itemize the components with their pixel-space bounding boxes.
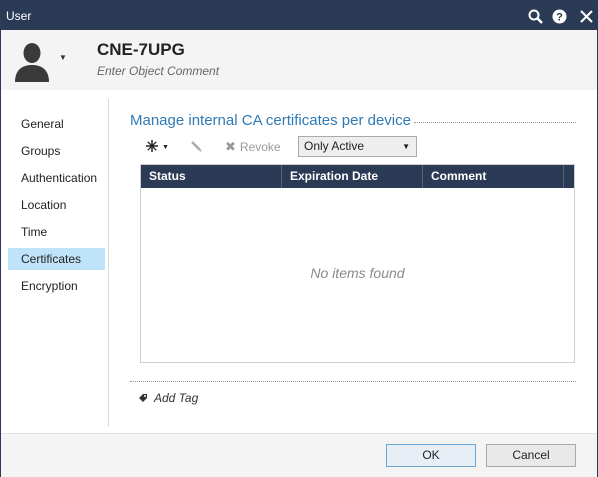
sidebar-item-time[interactable]: Time <box>8 221 105 243</box>
revoke-label: Revoke <box>239 140 281 154</box>
revoke-button[interactable]: ✖ Revoke <box>225 139 281 155</box>
dialog-footer: OK Cancel <box>1 433 597 477</box>
column-header-comment[interactable]: Comment <box>423 165 564 188</box>
status-filter-value: Only Active <box>304 139 365 153</box>
chevron-down-icon[interactable]: ▼ <box>59 53 67 62</box>
section-divider <box>414 122 576 123</box>
sidebar-item-authentication[interactable]: Authentication <box>8 167 105 189</box>
new-star-icon <box>145 139 159 156</box>
ok-button[interactable]: OK <box>386 444 476 467</box>
sidebar-item-encryption[interactable]: Encryption <box>8 275 105 297</box>
help-icon[interactable]: ? <box>549 6 569 26</box>
empty-table-message: No items found <box>310 265 405 281</box>
chevron-down-icon: ▼ <box>402 142 410 151</box>
table-header: Status Expiration Date Comment <box>141 165 574 188</box>
tags-divider <box>130 381 576 382</box>
sidebar-item-certificates[interactable]: Certificates <box>8 248 105 270</box>
object-header: ▼ CNE-7UPG Enter Object Comment <box>1 30 597 90</box>
sidebar-item-groups[interactable]: Groups <box>8 140 105 162</box>
object-name[interactable]: CNE-7UPG <box>97 40 185 60</box>
sidebar: General Groups Authentication Location T… <box>1 99 109 427</box>
new-certificate-button[interactable]: ▼ <box>145 139 169 156</box>
svg-text:?: ? <box>556 11 563 23</box>
certificates-table: Status Expiration Date Comment No items … <box>140 164 575 363</box>
sidebar-item-general[interactable]: General <box>8 113 105 135</box>
title-bar: User ? <box>1 1 597 30</box>
sidebar-item-location[interactable]: Location <box>8 194 105 216</box>
user-avatar-icon[interactable] <box>13 42 51 82</box>
edit-button[interactable] <box>189 139 203 156</box>
add-tag-link[interactable]: Add Tag <box>138 391 198 405</box>
status-filter-dropdown[interactable]: Only Active ▼ <box>298 136 417 157</box>
search-icon[interactable] <box>525 6 545 26</box>
pencil-icon <box>189 139 203 156</box>
user-dialog: User ? ▼ CNE-7UPG Enter Object Comment G… <box>0 0 598 477</box>
window-title: User <box>6 9 32 23</box>
chevron-down-icon: ▼ <box>162 144 169 151</box>
column-header-expiration-date[interactable]: Expiration Date <box>282 165 423 188</box>
add-tag-label: Add Tag <box>154 391 199 405</box>
section-title: Manage internal CA certificates per devi… <box>130 112 411 129</box>
cancel-button[interactable]: Cancel <box>486 444 576 467</box>
tag-icon <box>139 394 147 402</box>
column-header-status[interactable]: Status <box>141 165 282 188</box>
close-icon[interactable] <box>576 6 596 26</box>
object-comment-field[interactable]: Enter Object Comment <box>97 64 219 78</box>
revoke-x-icon: ✖ <box>225 139 236 154</box>
